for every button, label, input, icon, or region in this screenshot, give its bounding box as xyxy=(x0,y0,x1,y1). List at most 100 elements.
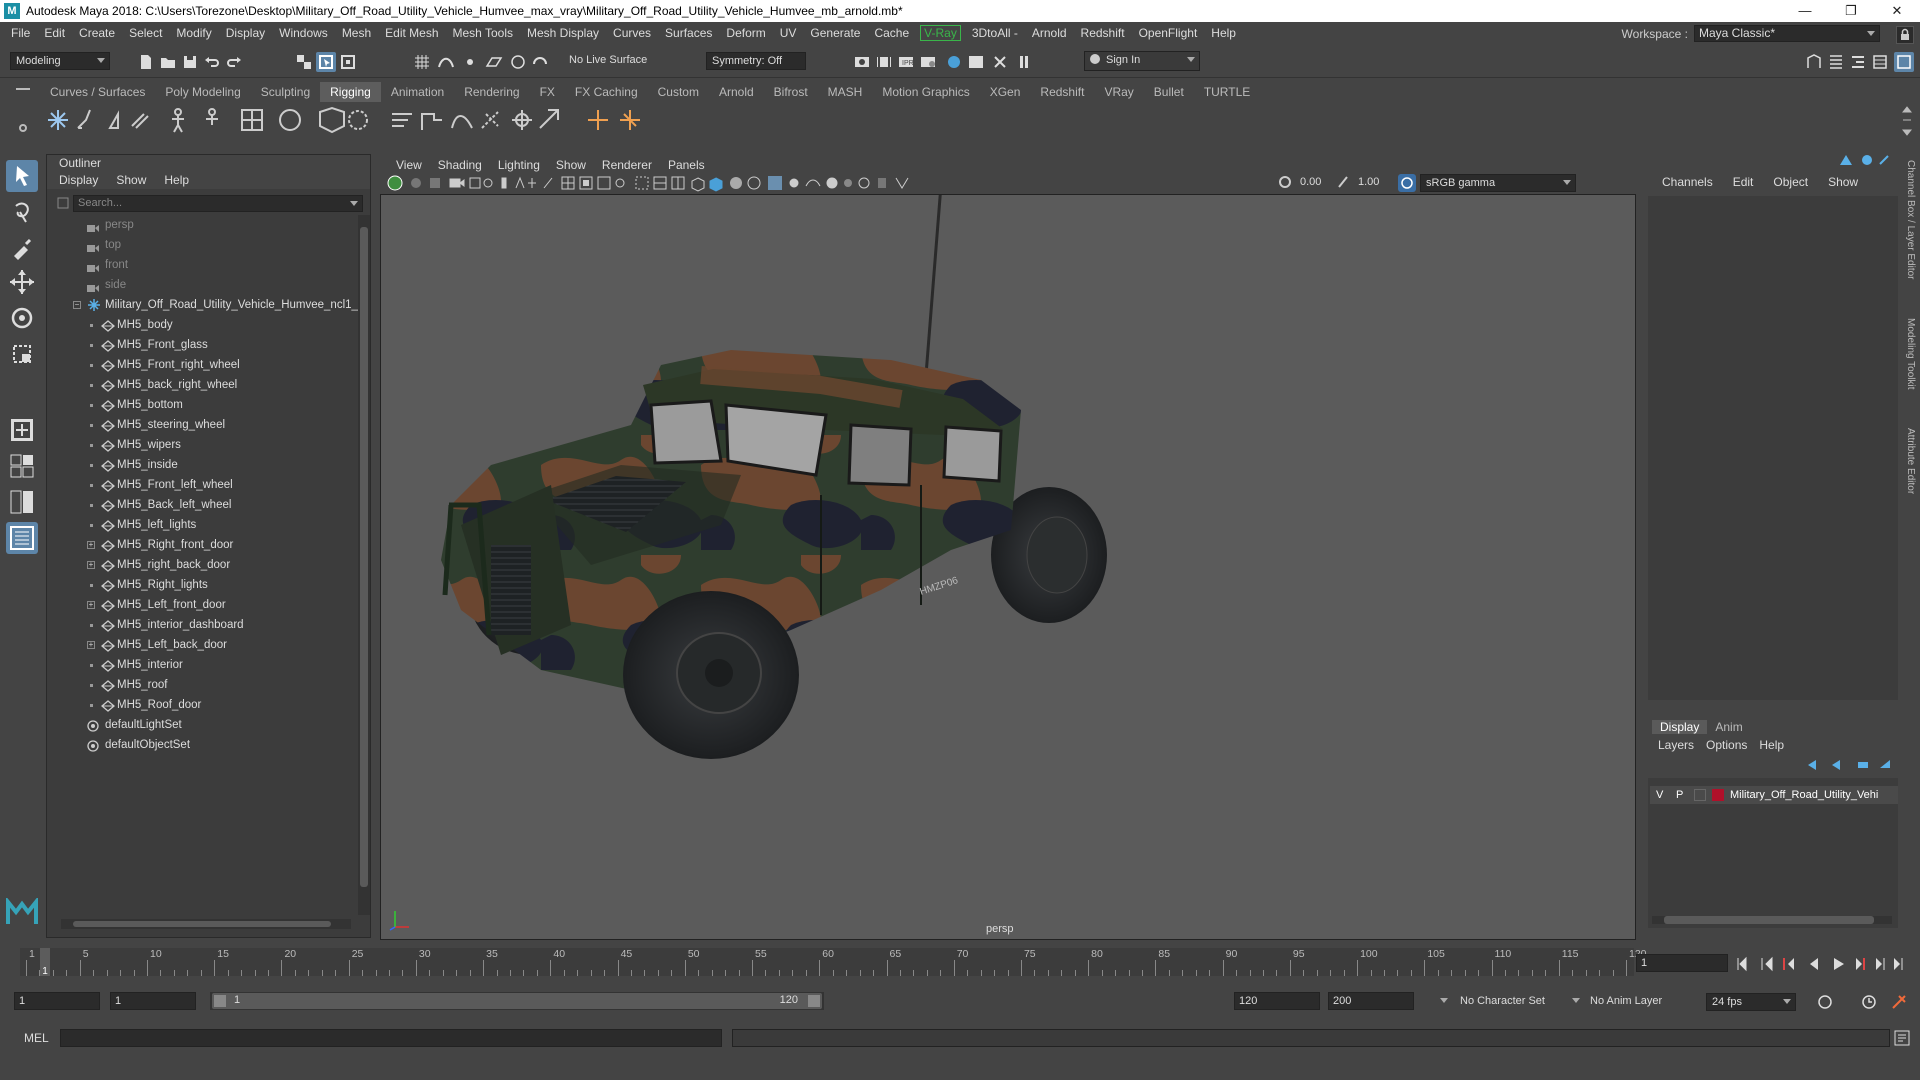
fps-dropdown[interactable]: 24 fps xyxy=(1706,993,1796,1011)
rigging-shelf-icons[interactable] xyxy=(40,104,740,136)
outliner-row-mesh[interactable]: MH5_interior_dashboard xyxy=(47,615,355,635)
outliner-row-mesh[interactable]: + MH5_Left_back_door xyxy=(47,635,355,655)
menu-modify[interactable]: Modify xyxy=(169,26,218,40)
shelf-tab-arnold[interactable]: Arnold xyxy=(709,82,764,102)
layer-action-icons[interactable] xyxy=(1806,758,1896,772)
outliner-row-top[interactable]: top xyxy=(47,235,355,255)
menu-arnold[interactable]: Arnold xyxy=(1025,26,1074,40)
character-set-dropdown[interactable]: No Character Set xyxy=(1434,993,1554,1011)
auto-key-icon[interactable] xyxy=(1860,993,1878,1011)
snap-grid-icon[interactable] xyxy=(412,52,432,72)
render-sequence-icon[interactable] xyxy=(874,52,894,72)
open-scene-icon[interactable] xyxy=(158,52,178,72)
channelbox-menu-show[interactable]: Show xyxy=(1818,175,1868,189)
scale-tool-icon[interactable] xyxy=(6,338,38,370)
outliner-row-mesh[interactable]: MH5_steering_wheel xyxy=(47,415,355,435)
mel-label[interactable]: MEL xyxy=(24,1031,49,1045)
new-scene-icon[interactable] xyxy=(136,52,156,72)
expand-icon[interactable]: + xyxy=(87,561,95,569)
outliner-row-mesh[interactable]: MH5_roof xyxy=(47,675,355,695)
shelf-tab-sculpting[interactable]: Sculpting xyxy=(251,82,320,102)
live-surface-field[interactable]: No Live Surface xyxy=(564,52,664,70)
render-view-icon[interactable] xyxy=(966,52,986,72)
anim-layer-dropdown[interactable]: No Anim Layer xyxy=(1566,993,1686,1011)
channel-box-icon[interactable] xyxy=(1870,52,1890,72)
shelf-settings-icon[interactable] xyxy=(19,124,27,132)
hypershade-icon[interactable] xyxy=(944,52,964,72)
current-frame-field[interactable]: 1 xyxy=(1636,954,1728,972)
outliner-horizontal-scrollbar[interactable] xyxy=(61,919,351,929)
outliner-row-mesh[interactable]: MH5_Roof_door xyxy=(47,695,355,715)
playback-start-field[interactable]: 1 xyxy=(110,992,196,1010)
menu-vray[interactable]: V-Ray xyxy=(920,25,961,41)
time-slider-track[interactable]: 1 5 10 15 20 25 30 35 40 45 50 55 60 65 70 75 80 85 90 95 10… xyxy=(20,948,1647,977)
layer-row[interactable]: V P Military_Off_Road_Utility_Vehi xyxy=(1650,786,1898,804)
outliner-row-mesh[interactable]: MH5_Right_lights xyxy=(47,575,355,595)
single-view-icon[interactable] xyxy=(6,414,38,446)
menu-surfaces[interactable]: Surfaces xyxy=(658,26,719,40)
range-left-grip[interactable] xyxy=(214,995,226,1007)
toggle-icon[interactable] xyxy=(990,52,1010,72)
shelf-tab-fx-caching[interactable]: FX Caching xyxy=(565,82,648,102)
menu-windows[interactable]: Windows xyxy=(272,26,335,40)
shelf-tab-bifrost[interactable]: Bifrost xyxy=(764,82,818,102)
side-tab-modeling-toolkit[interactable]: Modeling Toolkit xyxy=(1905,318,1916,390)
outliner-row-mesh[interactable]: MH5_body xyxy=(47,315,355,335)
outliner-row-mesh[interactable]: MH5_bottom xyxy=(47,395,355,415)
modeling-toolkit-icon[interactable] xyxy=(1804,52,1824,72)
move-tool-icon[interactable] xyxy=(6,266,38,298)
layout-icon[interactable] xyxy=(1894,52,1914,72)
persp-viewport[interactable]: HMZP06 persp xyxy=(380,194,1636,940)
outliner-menu-help[interactable]: Help xyxy=(164,171,189,189)
make-live-icon[interactable] xyxy=(530,52,550,72)
outliner-persp-layout-icon[interactable] xyxy=(6,522,38,554)
shelf-tab-xgen[interactable]: XGen xyxy=(980,82,1031,102)
menu-openflight[interactable]: OpenFlight xyxy=(1132,26,1205,40)
menuset-dropdown[interactable]: Modeling xyxy=(10,52,110,70)
outliner-row-set[interactable]: defaultLightSet xyxy=(47,715,355,735)
layer-menu-options[interactable]: Options xyxy=(1700,738,1753,752)
menu-mesh-tools[interactable]: Mesh Tools xyxy=(446,26,520,40)
undo-icon[interactable] xyxy=(202,52,222,72)
playback-end-field[interactable]: 120 xyxy=(1234,992,1320,1010)
layer-horizontal-scrollbar[interactable] xyxy=(1652,916,1892,924)
shelf-tab-bullet[interactable]: Bullet xyxy=(1144,82,1194,102)
minimize-button[interactable]: — xyxy=(1782,0,1828,22)
shelf-tab-turtle[interactable]: TURTLE xyxy=(1194,82,1260,102)
lock-icon[interactable] xyxy=(1896,26,1914,44)
playback-controls[interactable] xyxy=(1730,956,1910,972)
snap-point-icon[interactable] xyxy=(460,52,480,72)
menu-uv[interactable]: UV xyxy=(773,26,804,40)
layer-menu-help[interactable]: Help xyxy=(1753,738,1790,752)
loop-icon[interactable] xyxy=(1816,993,1834,1011)
outliner-row-mesh[interactable]: MH5_interior xyxy=(47,655,355,675)
menu-generate[interactable]: Generate xyxy=(803,26,867,40)
select-hierarchy-icon[interactable] xyxy=(294,52,314,72)
paint-select-tool-icon[interactable] xyxy=(6,232,38,264)
save-scene-icon[interactable] xyxy=(180,52,200,72)
layer-tab-display[interactable]: Display xyxy=(1652,720,1708,734)
shelf-tab-vray[interactable]: VRay xyxy=(1094,82,1143,102)
select-object-icon[interactable] xyxy=(316,52,336,72)
shelf-menu-icon[interactable] xyxy=(16,88,30,90)
layer-display-type[interactable] xyxy=(1694,789,1706,801)
layer-playback-toggle[interactable]: P xyxy=(1676,786,1683,804)
menu-mesh-display[interactable]: Mesh Display xyxy=(520,26,606,40)
symmetry-dropdown[interactable]: Symmetry: Off xyxy=(706,52,806,70)
channelbox-header-icons[interactable] xyxy=(1836,152,1896,168)
menu-edit-mesh[interactable]: Edit Mesh xyxy=(378,26,445,40)
close-button[interactable]: ✕ xyxy=(1874,0,1920,22)
time-slider[interactable]: 1 5 10 15 20 25 30 35 40 45 50 55 60 65 70 75 80 85 90 95 10… xyxy=(0,946,1920,980)
channelbox-menu-channels[interactable]: Channels xyxy=(1652,175,1723,189)
menu-select[interactable]: Select xyxy=(122,26,169,40)
outliner-row-mesh[interactable]: MH5_left_lights xyxy=(47,515,355,535)
ipr-render-icon[interactable]: IPR xyxy=(896,52,916,72)
menu-curves[interactable]: Curves xyxy=(606,26,658,40)
outliner-row-mesh[interactable]: MH5_Front_glass xyxy=(47,335,355,355)
outliner-search-input[interactable]: Search... xyxy=(73,195,363,212)
outliner-row-group[interactable]: − Military_Off_Road_Utility_Vehicle_Humve… xyxy=(47,295,364,315)
outliner-row-mesh[interactable]: MH5_inside xyxy=(47,455,355,475)
menu-edit[interactable]: Edit xyxy=(37,26,72,40)
outliner-row-mesh[interactable]: MH5_Front_left_wheel xyxy=(47,475,355,495)
outliner-menu-display[interactable]: Display xyxy=(59,171,98,189)
